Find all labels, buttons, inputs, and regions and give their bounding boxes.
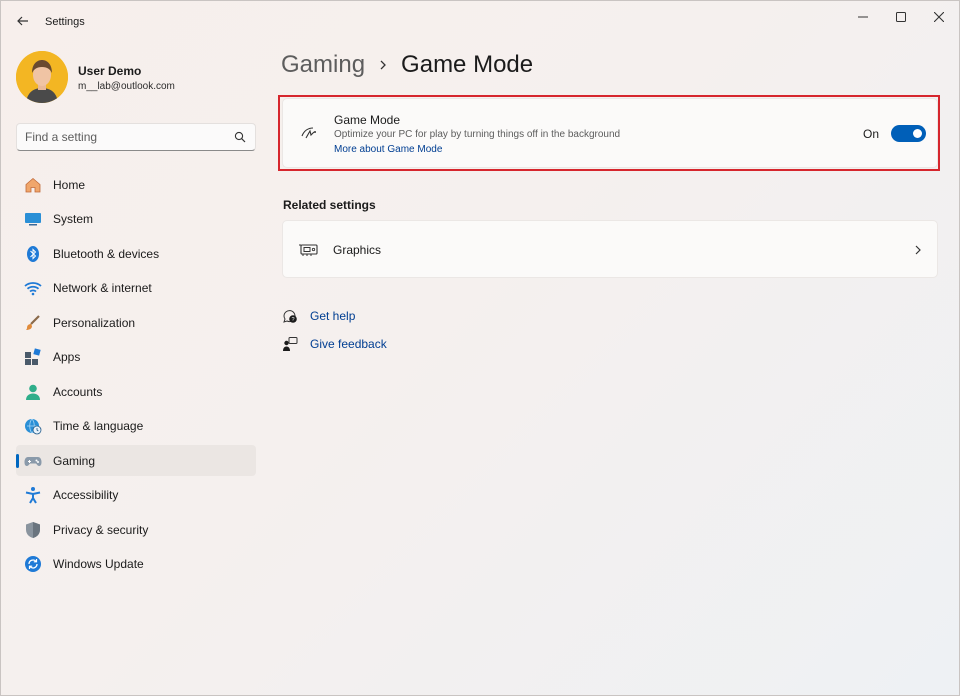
give-feedback-row[interactable]: Give feedback [282,336,387,352]
minimize-icon [858,16,868,18]
back-button[interactable] [13,11,33,31]
sidebar-item-label: Apps [53,350,81,364]
title-bar: Settings [1,1,959,41]
app-title: Settings [45,16,85,28]
sidebar-item-label: Network & internet [53,281,152,295]
chevron-right-icon [379,59,387,71]
sidebar-item-label: Personalization [53,315,136,330]
system-icon [24,210,42,228]
apps-icon [24,348,42,366]
person-icon [24,383,42,401]
sidebar-nav: Home System Bluetooth & devices Network … [16,169,256,583]
search-icon [234,131,246,143]
graphics-label: Graphics [333,243,382,257]
update-icon [24,555,42,573]
sidebar-item-label: Gaming [53,453,96,468]
search-input[interactable] [25,130,225,144]
user-avatar-icon [16,51,68,103]
sidebar-item-label: Time & language [53,419,144,433]
back-arrow-icon [17,16,28,26]
bluetooth-icon [24,245,42,263]
sidebar-item-home[interactable]: Home [16,169,256,200]
settings-window: Settings User Demo m__lab@outlook.com Fi… [0,0,960,696]
search-box[interactable] [16,123,256,151]
give-feedback-link[interactable]: Give feedback [310,337,387,351]
gamepad-icon [24,452,42,470]
selected-indicator [16,454,19,468]
breadcrumb-parent[interactable]: Gaming [281,51,365,79]
shield-icon [24,521,42,539]
sidebar-item-label: Accounts [53,384,103,399]
sidebar-item-apps[interactable]: Apps [16,342,256,373]
globe-clock-icon [24,417,42,435]
sidebar-item-network[interactable]: Network & internet [16,273,256,304]
maximize-icon [896,12,906,22]
sidebar-item-windows-update[interactable]: Windows Update [16,549,256,580]
graphics-card[interactable]: Graphics [282,220,938,278]
sidebar-item-label: Privacy & security [53,522,149,537]
sidebar-item-label: Bluetooth & devices [53,246,160,261]
sidebar-item-bluetooth[interactable]: Bluetooth & devices [16,238,256,269]
help-chat-icon: ? [282,308,298,324]
user-email: m__lab@outlook.com [78,81,175,92]
sidebar-item-gaming[interactable]: Gaming [16,445,256,476]
breadcrumb: Gaming Game Mode [281,51,533,79]
sidebar-item-time-language[interactable]: Time & language [16,411,256,442]
minimize-button[interactable] [843,5,883,29]
sidebar-item-accessibility[interactable]: Accessibility [16,480,256,511]
graphics-card-icon [299,244,318,256]
get-help-row[interactable]: ? Get help [282,308,355,324]
close-button[interactable] [919,5,959,29]
sidebar-item-label: System [53,212,94,226]
sidebar-item-personalization[interactable]: Personalization [16,307,256,338]
page-title: Game Mode [401,51,534,78]
chevron-right-icon [915,245,921,255]
feedback-icon [282,336,298,352]
user-name: User Demo [78,64,142,78]
get-help-link[interactable]: Get help [310,309,355,323]
brush-icon [24,314,42,332]
close-icon [934,12,944,22]
home-icon [24,176,42,194]
sidebar-item-label: Windows Update [53,557,144,571]
related-settings-heading: Related settings [283,198,376,212]
svg-text:?: ? [291,317,294,323]
wifi-icon [24,279,42,297]
accessibility-icon [24,486,42,504]
sidebar-item-privacy[interactable]: Privacy & security [16,514,256,545]
sidebar-item-accounts[interactable]: Accounts [16,376,256,407]
highlight-box [278,95,940,171]
maximize-button[interactable] [881,5,921,29]
sidebar-item-label: Home [53,177,86,192]
sidebar-item-system[interactable]: System [16,204,256,235]
sidebar-item-label: Accessibility [53,488,119,502]
avatar[interactable] [16,51,68,103]
